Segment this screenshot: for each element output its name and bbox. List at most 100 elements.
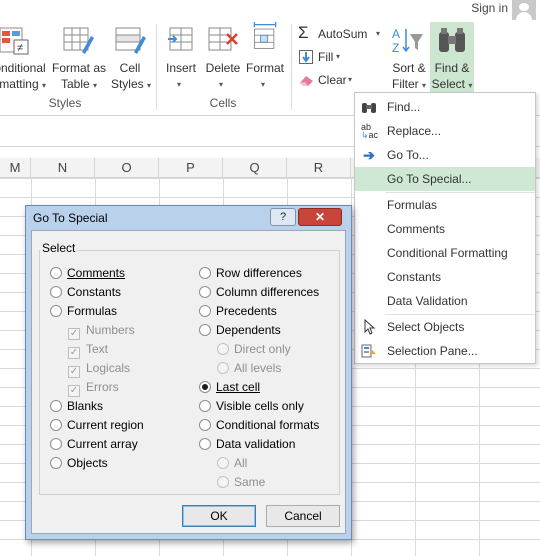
menu-item-formulas[interactable]: Formulas [355, 193, 535, 217]
option-direct-only[interactable]: Direct only [217, 342, 291, 358]
help-button[interactable]: ? [270, 208, 296, 226]
checkmark-icon: ✓ [68, 366, 80, 378]
delete-button[interactable]: Delete ▾ [203, 26, 243, 96]
option-same[interactable]: Same [217, 475, 265, 491]
radio-icon [50, 267, 62, 279]
checkmark-icon: ✓ [68, 385, 80, 397]
close-button[interactable]: ✕ [298, 208, 342, 226]
column-header-m[interactable]: M [0, 158, 31, 178]
menu-item-select-objects[interactable]: Select Objects [355, 315, 535, 339]
checkbox-logicals[interactable]: ✓ Logicals [68, 361, 130, 378]
option-current-array[interactable]: Current array [50, 437, 138, 453]
radio-icon [50, 400, 62, 412]
radio-icon [50, 419, 62, 431]
option-blanks[interactable]: Blanks [50, 399, 103, 415]
format-as-table-label-2: Table ▾ [60, 77, 98, 91]
menu-item-constants[interactable]: Constants [355, 265, 535, 289]
checkbox-text[interactable]: ✓ Text [68, 342, 108, 359]
format-as-table-icon [63, 27, 94, 54]
format-as-table-button[interactable]: Format as Table ▾ [51, 26, 107, 96]
find-select-label: Find & [434, 61, 470, 75]
radio-icon [217, 362, 229, 374]
cell-styles-label-2: Styles ▾ [110, 77, 152, 91]
radio-icon [217, 476, 229, 488]
sign-in-link[interactable]: Sign in [471, 1, 508, 15]
format-button[interactable]: Format ▾ [243, 22, 287, 96]
ok-button[interactable]: OK [182, 505, 256, 527]
radio-icon [199, 400, 211, 412]
checkmark-icon: ✓ [68, 328, 80, 340]
option-visible-cells-only[interactable]: Visible cells only [199, 399, 304, 415]
radio-icon [217, 343, 229, 355]
radio-icon [199, 438, 211, 450]
menu-item-find[interactable]: Find... [355, 95, 535, 119]
autosum-label: AutoSum [318, 27, 368, 41]
svg-text:A: A [392, 27, 400, 41]
option-comments[interactable]: Comments [50, 266, 125, 282]
menu-item-conditional-formatting[interactable]: Conditional Formatting [355, 241, 535, 265]
go-to-special-dialog: Go To Special ? ✕ Select Comments Consta… [25, 205, 352, 540]
checkbox-numbers[interactable]: ✓ Numbers [68, 323, 135, 340]
sort-filter-button[interactable]: A Z Sort & Filter ▾ [388, 26, 430, 96]
menu-item-selection-pane[interactable]: Selection Pane... [355, 339, 535, 363]
menu-item-replace[interactable]: ab ↳ac Replace... [355, 119, 535, 143]
option-row-differences[interactable]: Row differences [199, 266, 302, 282]
option-dependents[interactable]: Dependents [199, 323, 281, 339]
option-all-levels[interactable]: All levels [217, 361, 281, 377]
option-all[interactable]: All [217, 456, 247, 472]
cancel-button[interactable]: Cancel [266, 505, 340, 527]
option-data-validation[interactable]: Data validation [199, 437, 295, 453]
option-column-differences[interactable]: Column differences [199, 285, 319, 301]
option-current-region[interactable]: Current region [50, 418, 144, 434]
cells-group-label: Cells [209, 96, 237, 110]
delete-cells-icon [208, 27, 238, 51]
eraser-icon [300, 76, 313, 86]
conditional-formatting-icon: ≠ [0, 27, 29, 55]
sigma-icon: Σ [298, 23, 309, 42]
select-group-label: Select [40, 241, 78, 255]
clear-label: Clear [318, 73, 347, 87]
styles-group-label: Styles [48, 96, 82, 110]
option-conditional-formats[interactable]: Conditional formats [199, 418, 319, 434]
sort-filter-label: Sort & [392, 61, 426, 75]
fill-button[interactable]: Fill ▾ [298, 49, 358, 67]
column-header-p[interactable]: P [159, 158, 223, 178]
option-last-cell[interactable]: Last cell [199, 380, 260, 396]
menu-item-go-to-special[interactable]: Go To Special... [355, 167, 535, 191]
column-header-n[interactable]: N [31, 158, 95, 178]
radio-icon [50, 457, 62, 469]
insert-button[interactable]: Insert ▾ [160, 26, 202, 96]
option-objects[interactable]: Objects [50, 456, 108, 472]
autosum-button[interactable]: Σ AutoSum ▾ [298, 23, 386, 44]
dialog-body: Select Comments Constants Formulas ✓ Numb… [31, 230, 346, 534]
sort-filter-icon: A Z [392, 27, 423, 55]
option-formulas[interactable]: Formulas [50, 304, 117, 320]
radio-selected-icon [199, 381, 211, 393]
ribbon-divider [291, 24, 292, 110]
checkbox-errors[interactable]: ✓ Errors [68, 380, 119, 397]
column-header-r[interactable]: R [287, 158, 351, 178]
autosum-dropdown-icon: ▾ [376, 29, 381, 38]
menu-item-go-to[interactable]: ➔ Go To... [355, 143, 535, 167]
option-constants[interactable]: Constants [50, 285, 121, 301]
option-precedents[interactable]: Precedents [199, 304, 277, 320]
conditional-formatting-label: onditional [0, 61, 46, 75]
user-avatar-icon[interactable] [512, 0, 536, 20]
column-header-o[interactable]: O [95, 158, 159, 178]
selection-pane-icon [361, 344, 376, 358]
checkmark-icon: ✓ [68, 347, 80, 359]
clear-button[interactable]: Clear ▾ [298, 72, 364, 90]
radio-icon [50, 305, 62, 317]
conditional-formatting-button[interactable]: ≠ onditional matting ▾ [0, 26, 46, 96]
svg-text:Z: Z [392, 41, 399, 55]
cell-styles-button[interactable]: Cell Styles ▾ [107, 26, 153, 96]
radio-icon [199, 324, 211, 336]
format-cells-icon [253, 22, 277, 49]
column-header-q[interactable]: Q [223, 158, 287, 178]
radio-icon [199, 419, 211, 431]
find-select-button[interactable]: Find & Select ▾ [430, 22, 474, 95]
menu-item-data-validation[interactable]: Data Validation [355, 289, 535, 313]
menu-item-comments[interactable]: Comments [355, 217, 535, 241]
conditional-formatting-label-2: matting ▾ [0, 77, 46, 91]
insert-label: Insert [165, 61, 196, 75]
